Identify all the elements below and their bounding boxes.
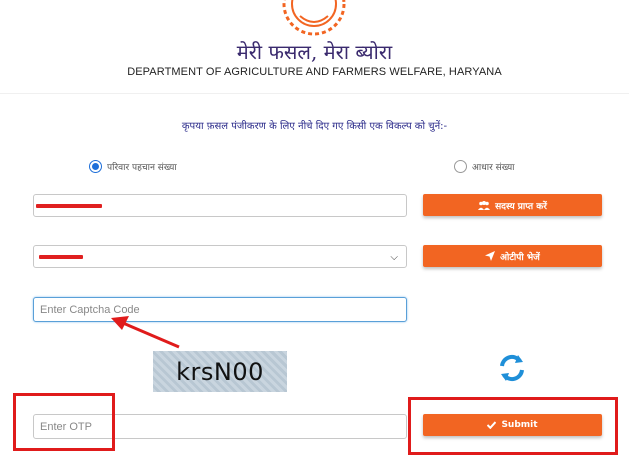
redaction-mark: [36, 204, 102, 208]
department-subtitle: DEPARTMENT OF AGRICULTURE AND FARMERS WE…: [127, 66, 502, 78]
instruction-text: कृपया फ़सल पंजीकरण के लिए नीचे दिए गए कि…: [181, 121, 448, 132]
radio-family-id[interactable]: परिवार पहचान संख्या: [89, 160, 177, 173]
get-members-button[interactable]: सदस्य प्राप्त करें: [423, 194, 602, 216]
annotation-arrow: [111, 316, 180, 349]
radio-selected-indicator[interactable]: [89, 160, 102, 173]
radio-family-id-label: परिवार पहचान संख्या: [107, 163, 177, 173]
otp-highlight-box: [13, 393, 115, 451]
member-select[interactable]: ⌵: [33, 245, 407, 268]
send-icon: [485, 251, 496, 261]
page-title: मेरी फसल, मेरा ब्योरा: [236, 40, 393, 64]
chevron-down-icon: ⌵: [390, 252, 398, 263]
captcha-input[interactable]: Enter Captcha Code: [33, 297, 407, 322]
refresh-icon[interactable]: [496, 352, 528, 384]
users-icon: [478, 200, 491, 210]
get-members-label: सदस्य प्राप्त करें: [495, 201, 547, 212]
header: मेरी फसल, मेरा ब्योरा DEPARTMENT OF AGRI…: [0, 0, 629, 90]
submit-highlight-box: [408, 397, 618, 455]
radio-unselected-indicator[interactable]: [454, 160, 467, 173]
captcha-image: krsN00: [153, 351, 287, 392]
send-otp-label: ओटीपी भेजें: [500, 252, 540, 263]
radio-aadhaar[interactable]: आधार संख्या: [454, 160, 515, 173]
redaction-mark: [39, 255, 83, 259]
haryana-emblem-logo: [282, 0, 346, 36]
radio-aadhaar-label: आधार संख्या: [472, 163, 515, 173]
send-otp-button[interactable]: ओटीपी भेजें: [423, 245, 602, 267]
family-id-input[interactable]: [33, 194, 407, 217]
